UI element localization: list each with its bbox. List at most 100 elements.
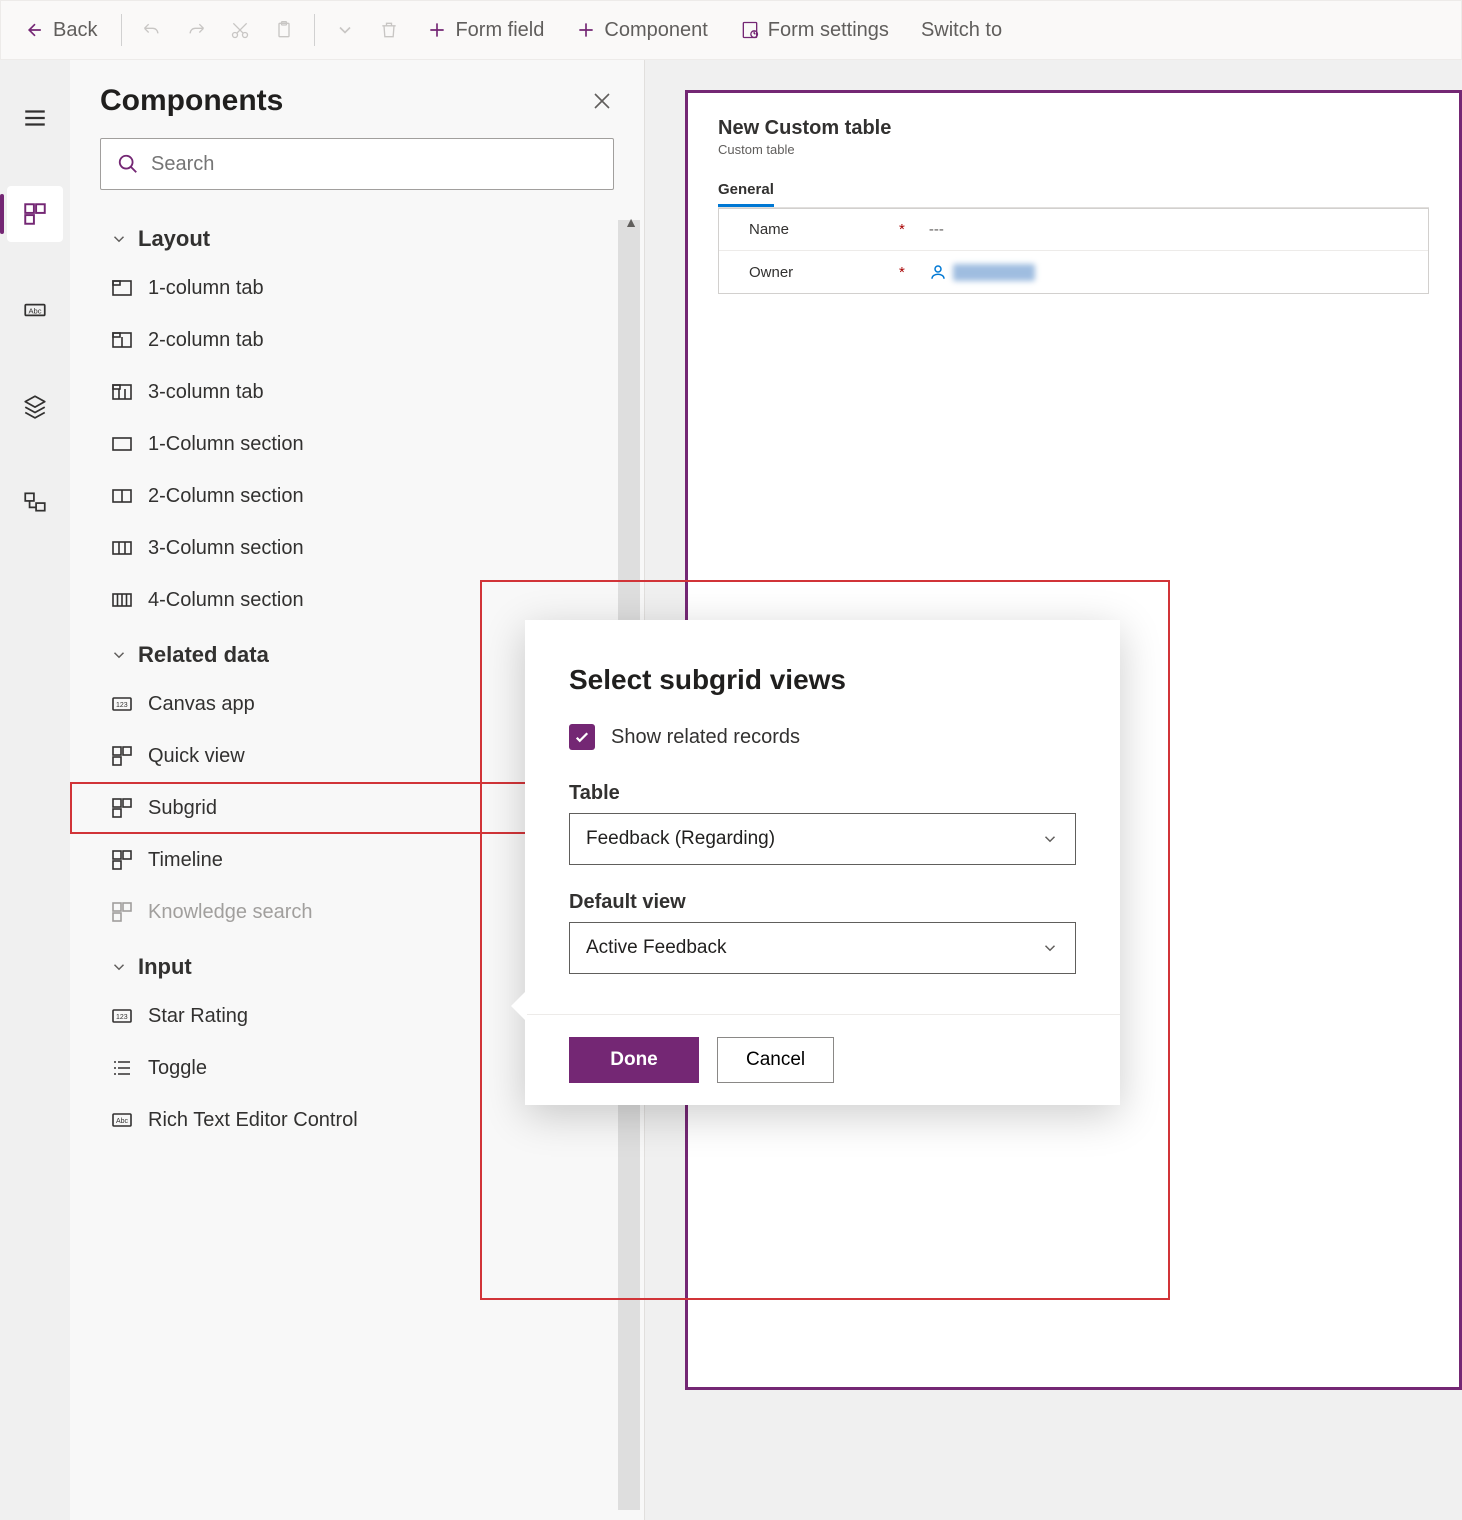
- grid-icon: [110, 744, 134, 768]
- show-related-checkbox[interactable]: Show related records: [569, 724, 1076, 750]
- name-label: Name: [749, 221, 899, 238]
- form-subtitle: Custom table: [718, 142, 1429, 157]
- form-section: Name * --- Owner * ████: [718, 208, 1429, 294]
- show-related-label: Show related records: [611, 726, 800, 749]
- input-group-label: Input: [138, 954, 192, 980]
- tab-icon: [110, 380, 134, 404]
- search-icon: [117, 153, 139, 175]
- component-1col-tab[interactable]: 1-column tab: [70, 262, 640, 314]
- svg-text:Abc: Abc: [29, 306, 42, 315]
- section-icon: [110, 484, 134, 508]
- form-field-label: Form field: [455, 19, 544, 42]
- grid-icon: [110, 900, 134, 924]
- close-icon[interactable]: [590, 89, 614, 113]
- section-icon: [110, 588, 134, 612]
- textbox-icon: Abc: [110, 1108, 134, 1132]
- view-label: Default view: [569, 891, 1076, 914]
- delete-button[interactable]: [369, 12, 409, 48]
- tree-icon: [22, 489, 48, 515]
- svg-text:123: 123: [116, 1014, 128, 1021]
- table-value: Feedback (Regarding): [586, 828, 775, 850]
- components-rail-button[interactable]: [7, 186, 63, 242]
- component-2col-section[interactable]: 2-Column section: [70, 470, 640, 522]
- canvas-icon: 123: [110, 692, 134, 716]
- layers-rail-button[interactable]: [7, 378, 63, 434]
- back-button[interactable]: Back: [11, 11, 111, 50]
- related-group-label: Related data: [138, 642, 269, 668]
- form-row-owner[interactable]: Owner * ████: [719, 250, 1428, 293]
- component-2col-tab[interactable]: 2-column tab: [70, 314, 640, 366]
- search-box[interactable]: [100, 138, 614, 190]
- name-value: ---: [929, 221, 944, 238]
- component-3col-section[interactable]: 3-Column section: [70, 522, 640, 574]
- undo-button[interactable]: [132, 12, 172, 48]
- form-settings-button[interactable]: Form settings: [726, 11, 903, 50]
- paste-icon: [274, 20, 294, 40]
- trash-icon: [379, 20, 399, 40]
- tree-rail-button[interactable]: [7, 474, 63, 530]
- canvas-icon: 123: [110, 1004, 134, 1028]
- required-indicator: *: [899, 221, 905, 238]
- view-value: Active Feedback: [586, 937, 726, 959]
- form-settings-label: Form settings: [768, 19, 889, 42]
- paste-dropdown-button[interactable]: [325, 12, 365, 48]
- popup-title: Select subgrid views: [569, 664, 1076, 696]
- hamburger-icon: [22, 105, 48, 131]
- owner-label: Owner: [749, 264, 899, 281]
- layout-group-label: Layout: [138, 226, 210, 252]
- form-row-name[interactable]: Name * ---: [719, 208, 1428, 250]
- plus-icon: [427, 20, 447, 40]
- view-select[interactable]: Active Feedback: [569, 922, 1076, 974]
- tab-general[interactable]: General: [718, 175, 774, 207]
- svg-text:Abc: Abc: [116, 1118, 129, 1125]
- redo-icon: [186, 20, 206, 40]
- plus-icon: [576, 20, 596, 40]
- chevron-down-icon: [110, 958, 128, 976]
- panel-title: Components: [100, 84, 283, 118]
- table-label: Table: [569, 782, 1076, 805]
- tab-icon: [110, 276, 134, 300]
- table-select[interactable]: Feedback (Regarding): [569, 813, 1076, 865]
- component-label: Component: [604, 19, 707, 42]
- switch-button[interactable]: Switch to: [907, 11, 1016, 50]
- paste-button[interactable]: [264, 12, 304, 48]
- tab-icon: [110, 328, 134, 352]
- textbox-icon: Abc: [22, 297, 48, 323]
- person-icon: [929, 263, 947, 281]
- subgrid-popup: Select subgrid views Show related record…: [525, 620, 1120, 1105]
- component-3col-tab[interactable]: 3-column tab: [70, 366, 640, 418]
- switch-label: Switch to: [921, 19, 1002, 42]
- cut-button[interactable]: [220, 12, 260, 48]
- grid-icon: [110, 848, 134, 872]
- chevron-down-icon: [1041, 939, 1059, 957]
- component-4col-section[interactable]: 4-Column section: [70, 574, 640, 626]
- done-button[interactable]: Done: [569, 1037, 699, 1083]
- component-1col-section[interactable]: 1-Column section: [70, 418, 640, 470]
- divider: [121, 14, 122, 46]
- svg-text:123: 123: [116, 702, 128, 709]
- section-icon: [110, 536, 134, 560]
- cancel-button[interactable]: Cancel: [717, 1037, 834, 1083]
- top-toolbar: Back Form field Component Form settings …: [0, 0, 1462, 60]
- left-rail: Abc: [0, 60, 70, 1520]
- hamburger-button[interactable]: [7, 90, 63, 146]
- section-icon: [110, 432, 134, 456]
- cut-icon: [230, 20, 250, 40]
- owner-value: ████: [953, 264, 1036, 281]
- form-field-button[interactable]: Form field: [413, 11, 558, 50]
- grid-icon: [110, 796, 134, 820]
- list-icon: [110, 1056, 134, 1080]
- component-button[interactable]: Component: [562, 11, 721, 50]
- back-arrow-icon: [25, 20, 45, 40]
- textbox-rail-button[interactable]: Abc: [7, 282, 63, 338]
- layout-group-header[interactable]: Layout: [70, 210, 640, 262]
- search-input[interactable]: [151, 153, 597, 176]
- chevron-down-icon: [110, 646, 128, 664]
- components-icon: [22, 201, 48, 227]
- redo-button[interactable]: [176, 12, 216, 48]
- chevron-down-icon: [335, 20, 355, 40]
- layers-icon: [22, 393, 48, 419]
- callout-arrow: [511, 990, 527, 1022]
- form-title: New Custom table: [718, 117, 1429, 140]
- required-indicator: *: [899, 264, 905, 281]
